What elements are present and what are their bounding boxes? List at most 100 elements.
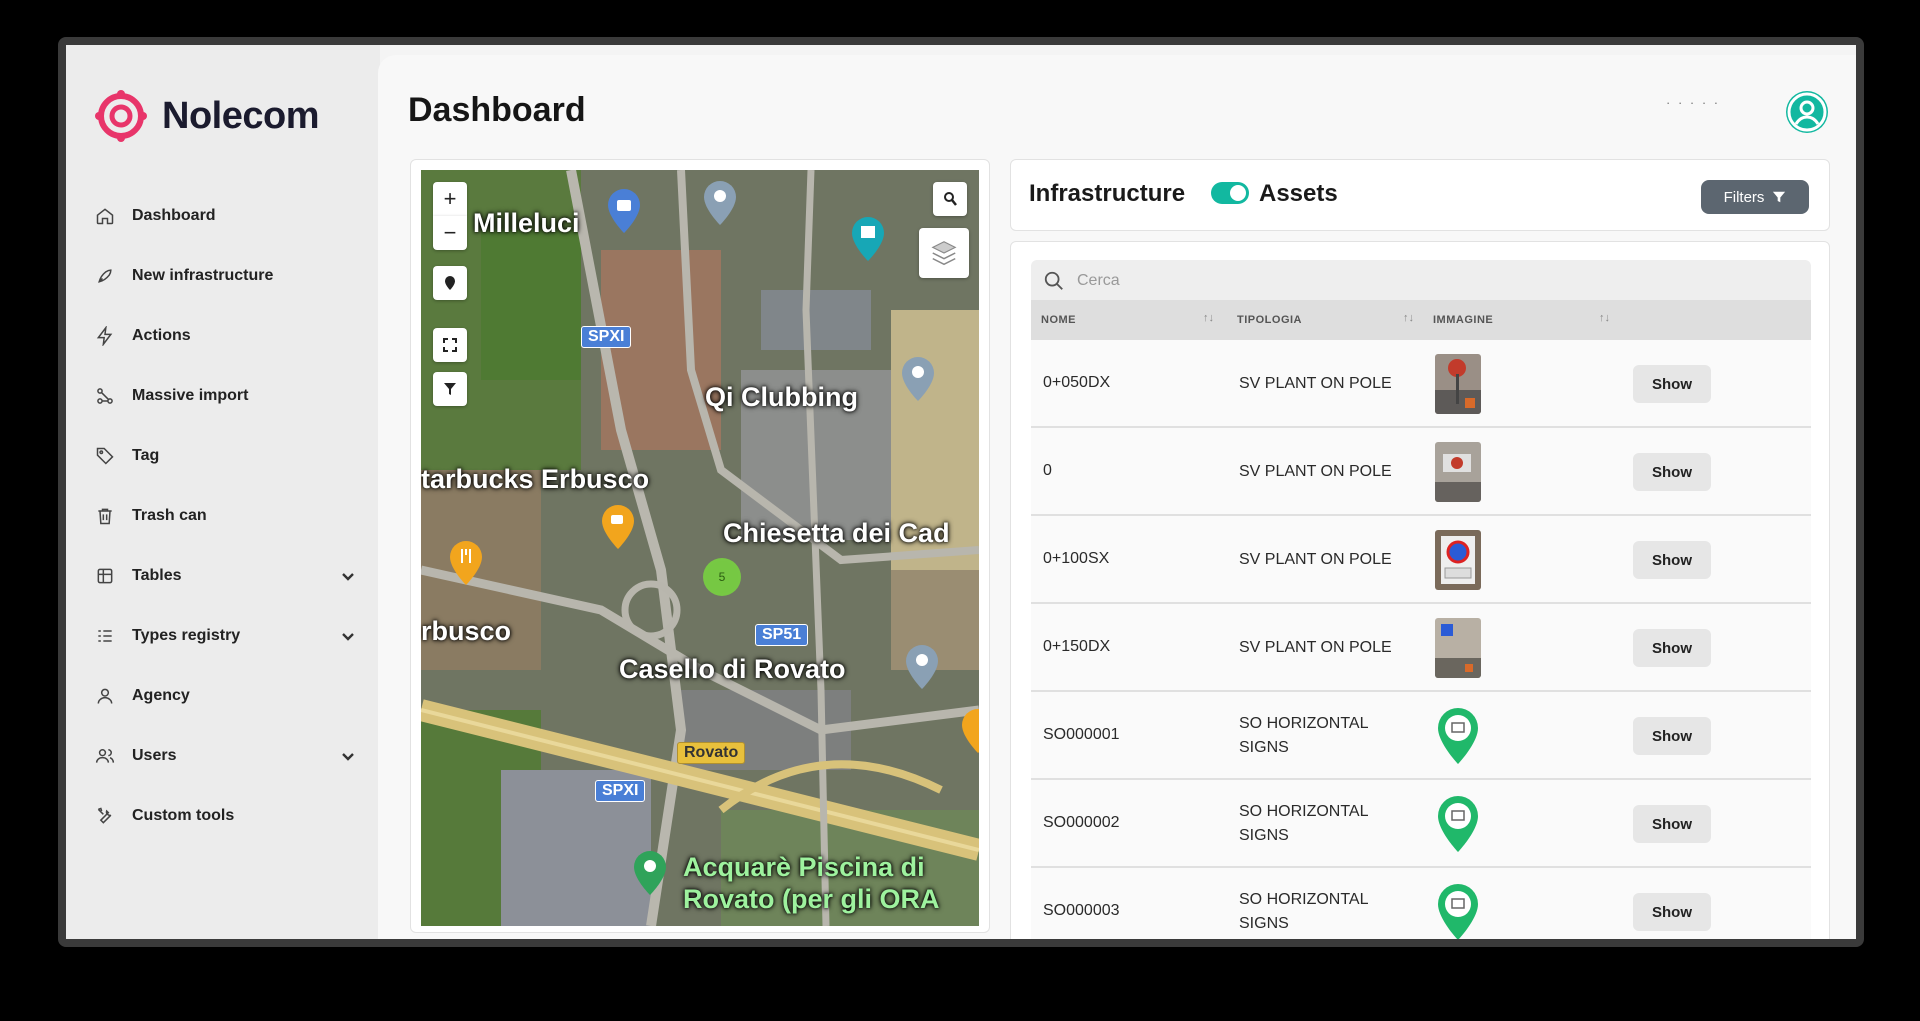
layers-button[interactable]: [919, 228, 969, 278]
sidebar: Nolecom Dashboard New infrastructure Act…: [66, 45, 380, 939]
map[interactable]: + − Milleluci Qi Clubbing tarbucks Erbus…: [421, 170, 979, 926]
sidebar-item-label: Types registry: [132, 627, 241, 644]
column-header-immagine[interactable]: IMMAGINE: [1433, 314, 1493, 326]
sidebar-item-actions[interactable]: Actions: [94, 306, 356, 366]
infrastructure-assets-toggle[interactable]: [1211, 182, 1249, 204]
pool-pin-icon[interactable]: [633, 850, 667, 896]
show-button[interactable]: Show: [1633, 541, 1711, 579]
sidebar-item-tag[interactable]: Tag: [94, 426, 356, 486]
brand-name: Nolecom: [162, 94, 319, 137]
trash-icon: [94, 505, 116, 527]
search-input[interactable]: [1077, 272, 1777, 290]
sidebar-item-types-registry[interactable]: Types registry: [94, 606, 356, 666]
sidebar-item-massive-import[interactable]: Massive import: [94, 366, 356, 426]
map-place-label: Qi Clubbing: [705, 382, 858, 412]
table-row[interactable]: SO000002 SO HORIZONTAL SIGNS Show: [1031, 780, 1811, 868]
cell-tipologia: SO HORIZONTAL SIGNS: [1239, 715, 1368, 756]
map-place-label: Rovato (per gli ORA: [683, 884, 940, 914]
column-header-nome[interactable]: NOME: [1041, 314, 1076, 326]
road-badge: SPXI: [581, 326, 632, 348]
asset-photo-thumbnail[interactable]: [1435, 530, 1481, 590]
cell-nome: 0+100SX: [1043, 550, 1110, 567]
show-button[interactable]: Show: [1633, 629, 1711, 667]
location-pin-button[interactable]: [433, 266, 467, 300]
sidebar-item-custom-tools[interactable]: Custom tools: [94, 786, 356, 846]
shopping-pin-icon[interactable]: [607, 188, 641, 234]
restaurant-pin-icon[interactable]: [449, 540, 483, 586]
sidebar-item-users[interactable]: Users: [94, 726, 356, 786]
sort-icon[interactable]: ↑↓: [1599, 312, 1610, 324]
cell-nome: SO000001: [1043, 726, 1120, 743]
sort-icon[interactable]: ↑↓: [1203, 312, 1214, 324]
map-marker-icon[interactable]: [703, 180, 737, 226]
show-button[interactable]: Show: [1633, 893, 1711, 931]
map-search-button[interactable]: [933, 182, 967, 216]
show-button[interactable]: Show: [1633, 717, 1711, 755]
table-row[interactable]: SO000003 SO HORIZONTAL SIGNS Show: [1031, 868, 1811, 942]
cell-tipologia: SV PLANT ON POLE: [1239, 639, 1392, 656]
sidebar-item-label: Trash can: [132, 507, 207, 524]
sidebar-item-tables[interactable]: Tables: [94, 546, 356, 606]
import-icon: [94, 385, 116, 407]
fullscreen-button[interactable]: [433, 328, 467, 362]
map-marker-icon[interactable]: [901, 356, 935, 402]
sidebar-item-label: Massive import: [132, 387, 249, 404]
assets-table-card: NOME ↑↓ TIPOLOGIA ↑↓ IMMAGINE ↑↓ 0+050DX…: [1010, 241, 1830, 942]
cell-nome: SO000003: [1043, 902, 1120, 919]
sort-icon[interactable]: ↑↓: [1403, 312, 1414, 324]
cell-nome: SO000002: [1043, 814, 1120, 831]
asset-photo-thumbnail[interactable]: [1435, 618, 1481, 678]
sidebar-item-dashboard[interactable]: Dashboard: [94, 186, 356, 246]
chevron-down-icon[interactable]: [340, 628, 356, 644]
zoom-in-button[interactable]: +: [433, 182, 467, 216]
view-toggle-card: Infrastructure Assets Filters: [1010, 159, 1830, 231]
table-header: NOME ↑↓ TIPOLOGIA ↑↓ IMMAGINE ↑↓: [1031, 300, 1811, 340]
sidebar-item-label: Agency: [132, 687, 190, 704]
table-body: 0+050DX SV PLANT ON POLE Show 0 SV PLANT…: [1031, 340, 1811, 942]
cafe-pin-icon[interactable]: [601, 504, 635, 550]
orange-pin-icon[interactable]: [961, 708, 979, 754]
sidebar-item-label: Tag: [132, 447, 160, 464]
table-row[interactable]: 0+150DX SV PLANT ON POLE Show: [1031, 604, 1811, 692]
road-badge: SP51: [755, 624, 809, 646]
sidebar-item-trash-can[interactable]: Trash can: [94, 486, 356, 546]
green-pin-icon[interactable]: [1435, 882, 1481, 942]
filters-button[interactable]: Filters: [1701, 180, 1809, 214]
sidebar-item-agency[interactable]: Agency: [94, 666, 356, 726]
zoom-out-button[interactable]: −: [433, 216, 467, 250]
avatar[interactable]: [1786, 91, 1828, 133]
sidebar-item-new-infrastructure[interactable]: New infrastructure: [94, 246, 356, 306]
show-button[interactable]: Show: [1633, 805, 1711, 843]
rocket-icon: [94, 265, 116, 287]
sidebar-item-label: Actions: [132, 327, 191, 344]
map-card: + − Milleluci Qi Clubbing tarbucks Erbus…: [410, 159, 990, 933]
show-button[interactable]: Show: [1633, 453, 1711, 491]
search-bar: [1031, 260, 1811, 302]
logo: Nolecom: [92, 87, 319, 145]
table-row[interactable]: 0+100SX SV PLANT ON POLE Show: [1031, 516, 1811, 604]
sidebar-nav: Dashboard New infrastructure Actions Mas…: [94, 186, 356, 846]
chevron-down-icon[interactable]: [340, 748, 356, 764]
chevron-down-icon[interactable]: [340, 568, 356, 584]
filter-icon: [444, 383, 456, 395]
show-button[interactable]: Show: [1633, 365, 1711, 403]
search-icon: [944, 192, 957, 206]
map-marker-icon[interactable]: [905, 644, 939, 690]
marker-cluster[interactable]: 5: [703, 558, 741, 596]
cell-nome: 0: [1043, 462, 1052, 479]
map-filter-button[interactable]: [433, 372, 467, 406]
asset-photo-thumbnail[interactable]: [1435, 442, 1481, 502]
column-header-tipologia[interactable]: TIPOLOGIA: [1237, 314, 1302, 326]
museum-pin-icon[interactable]: [851, 216, 885, 262]
asset-photo-thumbnail[interactable]: [1435, 354, 1481, 414]
green-pin-icon[interactable]: [1435, 706, 1481, 766]
green-pin-icon[interactable]: [1435, 794, 1481, 854]
table-row[interactable]: 0 SV PLANT ON POLE Show: [1031, 428, 1811, 516]
cell-nome: 0+050DX: [1043, 374, 1111, 391]
cell-tipologia: SO HORIZONTAL SIGNS: [1239, 891, 1368, 932]
user-name: · · · · ·: [1666, 95, 1721, 110]
layers-icon: [931, 241, 957, 266]
table-row[interactable]: SO000001 SO HORIZONTAL SIGNS Show: [1031, 692, 1811, 780]
road-badge: SPXI: [595, 780, 646, 802]
table-row[interactable]: 0+050DX SV PLANT ON POLE Show: [1031, 340, 1811, 428]
